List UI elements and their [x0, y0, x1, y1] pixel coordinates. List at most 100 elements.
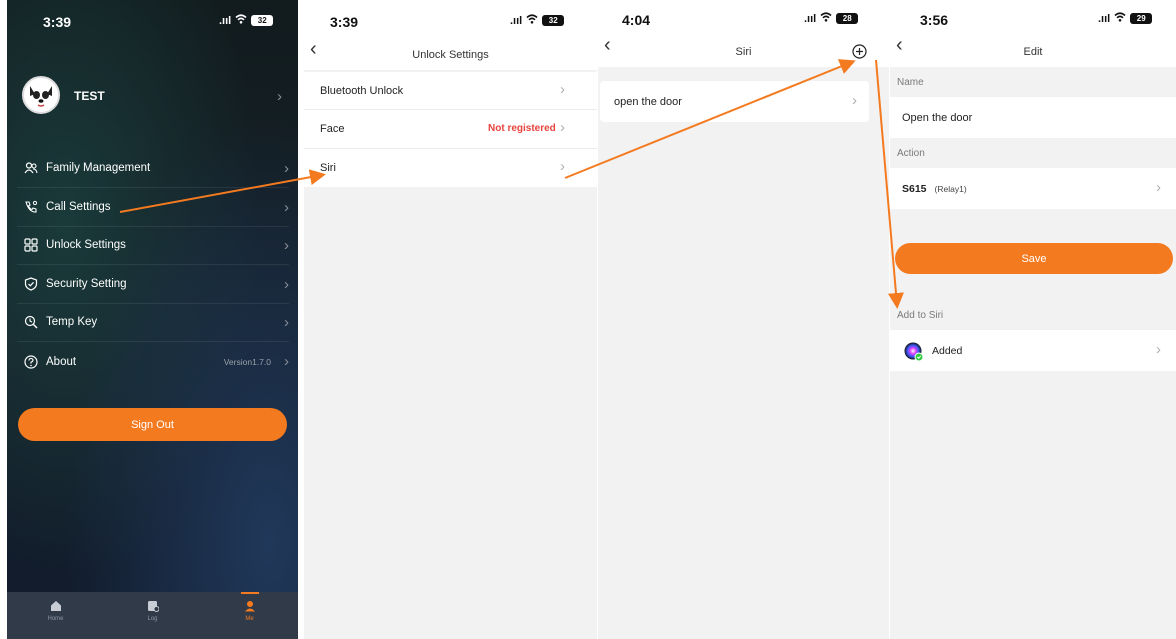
chevron-right-icon: ›	[560, 119, 565, 136]
chevron-right-icon: ›	[1156, 341, 1161, 358]
menu-item-call-settings[interactable]: Call Settings ›	[17, 188, 289, 227]
menu-item-about[interactable]: About Version1.7.0 ›	[17, 342, 289, 381]
status-icons: .ııl 28	[804, 12, 859, 25]
menu-item-label: Temp Key	[46, 316, 98, 328]
status-icons: .ııl 32	[510, 14, 565, 27]
home-icon	[50, 601, 61, 611]
list-item-bluetooth-unlock[interactable]: Bluetooth Unlock ›	[304, 72, 597, 109]
action-relay: (Relay1)	[934, 183, 967, 194]
page-title: Unlock Settings	[412, 49, 489, 61]
chevron-right-icon: ›	[284, 160, 289, 177]
name-field[interactable]: Open the door	[890, 97, 1176, 138]
chevron-right-icon: ›	[284, 199, 289, 216]
signal-icon: .ııl	[510, 14, 523, 27]
status-time: 3:39	[330, 14, 359, 30]
me-screen: 3:39 .ııl 32 TEST › Family Management ›	[7, 0, 298, 639]
menu-item-label: About	[46, 355, 77, 368]
status-icons: .ııl 29	[1098, 12, 1153, 25]
action-device: S615	[902, 182, 927, 195]
action-select[interactable]: S615 (Relay1) ›	[890, 168, 1176, 209]
wifi-icon	[820, 12, 832, 25]
chevron-right-icon: ›	[284, 353, 289, 370]
wifi-icon	[526, 14, 538, 27]
signal-icon: .ııl	[1098, 12, 1111, 25]
family-icon	[24, 161, 38, 175]
call-settings-icon	[24, 200, 38, 214]
row-label: Face	[320, 123, 345, 135]
log-icon	[147, 601, 159, 612]
chevron-right-icon: ›	[284, 237, 289, 254]
tab-label: Me	[245, 616, 254, 622]
menu-item-label: Unlock Settings	[46, 239, 126, 251]
add-icon[interactable]	[852, 44, 867, 64]
avatar[interactable]	[22, 76, 60, 114]
nav-bar: ‹ Unlock Settings	[304, 34, 597, 70]
row-label: Siri	[320, 162, 336, 174]
page-title: Siri	[735, 46, 752, 58]
chevron-right-icon: ›	[560, 158, 565, 175]
battery-icon: 28	[836, 13, 859, 24]
siri-screen: 4:04 .ııl 28 ‹ Siri open the door ›	[598, 0, 889, 639]
nav-bar: ‹ Edit	[890, 32, 1176, 67]
status-icons: .ııl 32	[219, 14, 274, 27]
battery-icon: 32	[542, 15, 565, 26]
menu-item-label: Call Settings	[46, 201, 111, 213]
unlock-grid-icon	[24, 238, 38, 252]
menu-item-label: Family Management	[46, 162, 151, 174]
menu-item-temp-key[interactable]: Temp Key ›	[17, 303, 289, 342]
row-label: Bluetooth Unlock	[320, 84, 404, 97]
row-label: open the door	[614, 95, 682, 108]
status-bar: 3:39 .ııl 32	[7, 0, 298, 34]
tab-me[interactable]: Me	[201, 592, 298, 639]
status-time: 3:39	[43, 14, 72, 30]
sign-out-button[interactable]: Sign Out	[18, 408, 287, 441]
action-label: Action	[897, 148, 925, 159]
wifi-icon	[1114, 12, 1126, 25]
status-time: 4:04	[622, 12, 651, 28]
me-icon	[244, 601, 255, 612]
chevron-right-icon: ›	[852, 92, 857, 109]
battery-icon: 29	[1130, 13, 1153, 24]
signal-icon: .ııl	[219, 14, 232, 27]
nav-bar: ‹ Siri	[598, 32, 889, 67]
battery-icon: 32	[251, 15, 274, 26]
name-label: Name	[897, 77, 924, 88]
chevron-right-icon: ›	[284, 314, 289, 331]
menu-item-label: Security Setting	[46, 278, 127, 290]
edit-screen: 3:56 .ııl 29 ‹ Edit Name Open the door A…	[890, 0, 1176, 639]
signal-icon: .ııl	[804, 12, 817, 25]
status-bar: 4:04 .ııl 28	[598, 0, 889, 34]
siri-status: Added	[932, 344, 963, 357]
tab-label: Home	[47, 616, 64, 622]
page-title: Edit	[1023, 46, 1043, 58]
wifi-icon	[235, 14, 247, 27]
status-time: 3:56	[920, 12, 949, 28]
menu-item-family-management[interactable]: Family Management ›	[17, 149, 289, 188]
tab-label: Log	[147, 616, 158, 622]
name-value: Open the door	[902, 111, 973, 124]
tab-log[interactable]: Log	[104, 592, 201, 639]
status-badge: Not registered	[488, 123, 556, 134]
menu-item-unlock-settings[interactable]: Unlock Settings ›	[17, 226, 289, 265]
menu-item-security-setting[interactable]: Security Setting ›	[17, 265, 289, 304]
list-item-shortcut[interactable]: open the door ›	[600, 81, 869, 122]
chevron-right-icon: ›	[560, 81, 565, 98]
status-bar: 3:56 .ııl 29	[890, 0, 1176, 34]
list-item-face[interactable]: Face Not registered ›	[304, 110, 597, 148]
siri-icon	[904, 342, 924, 361]
app-version: Version1.7.0	[223, 356, 271, 367]
add-to-siri-label: Add to Siri	[897, 310, 944, 321]
chevron-right-icon[interactable]: ›	[277, 88, 282, 105]
tab-bar: Home Log Me	[7, 592, 298, 639]
status-bar: 3:39 .ııl 32	[304, 0, 597, 34]
tab-home[interactable]: Home	[7, 592, 104, 639]
save-button[interactable]: Save	[895, 243, 1173, 274]
add-to-siri-row[interactable]: Added ›	[890, 330, 1176, 371]
temp-key-icon	[24, 315, 38, 329]
username: TEST	[74, 89, 105, 103]
chevron-right-icon: ›	[1156, 179, 1161, 196]
chevron-right-icon: ›	[284, 276, 289, 293]
list-item-siri[interactable]: Siri ›	[304, 149, 597, 187]
help-icon	[24, 354, 38, 369]
unlock-settings-screen: 3:39 .ııl 32 ‹ Unlock Settings Bluetooth…	[304, 0, 597, 639]
